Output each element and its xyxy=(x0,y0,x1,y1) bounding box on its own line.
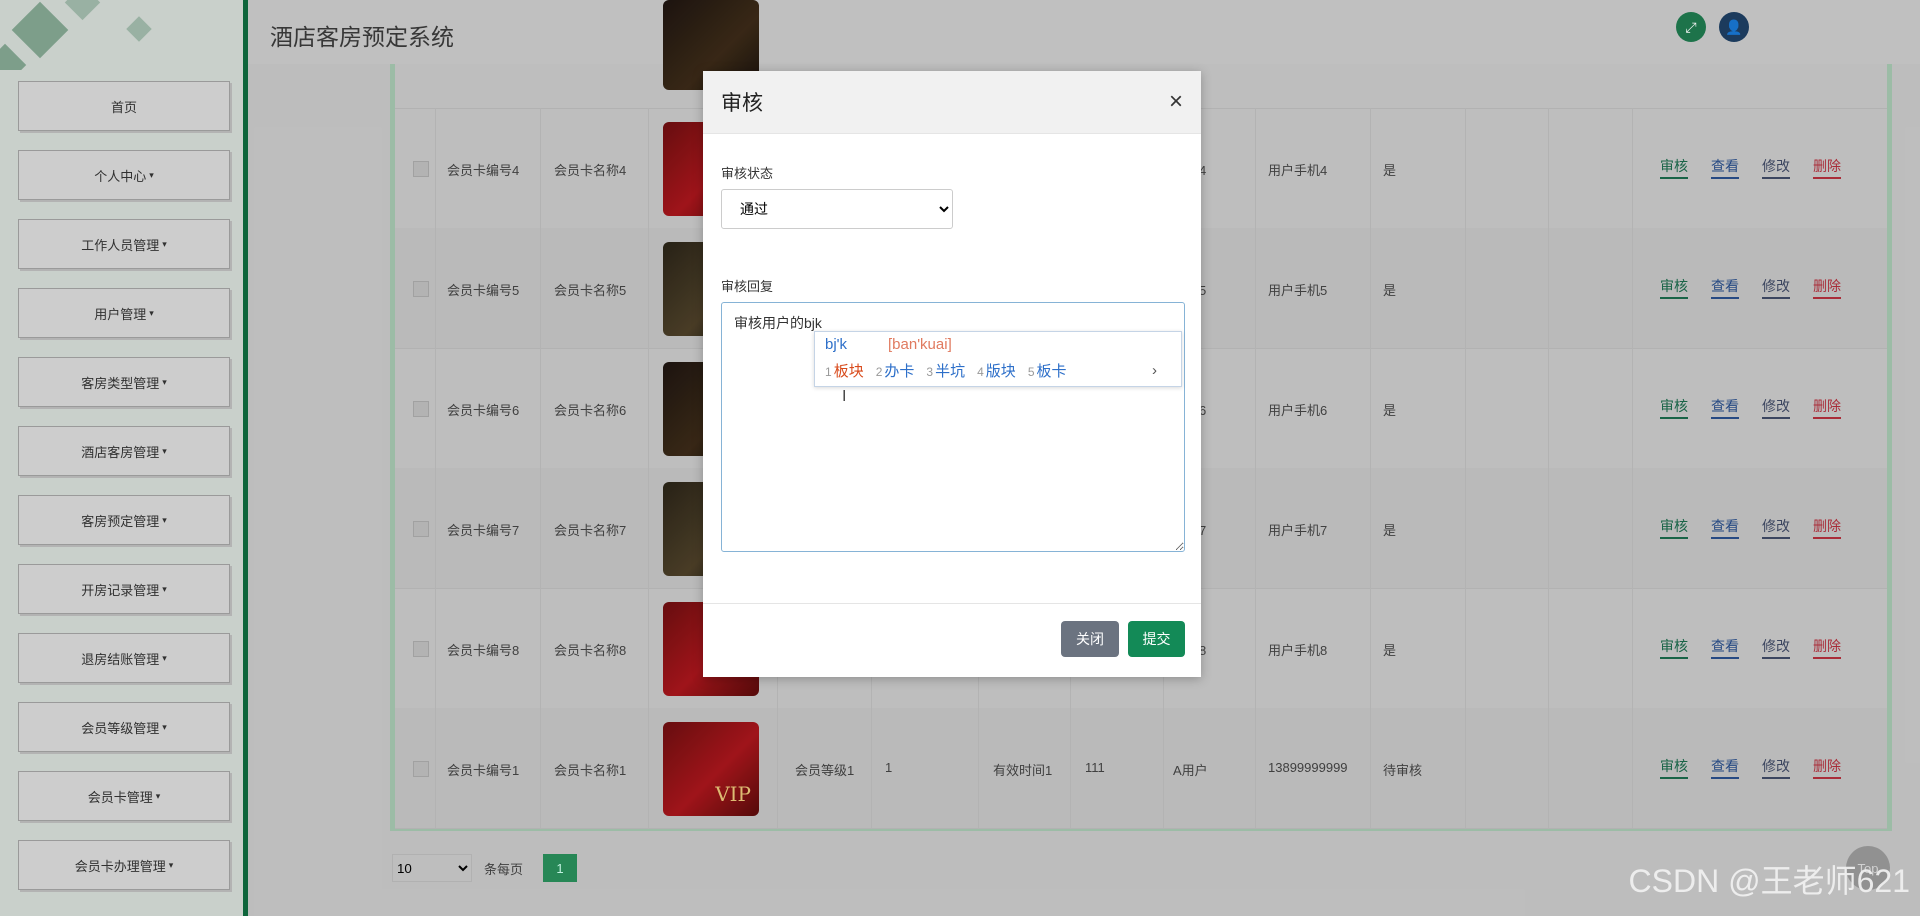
ime-candidate-index: 1 xyxy=(825,365,832,379)
ime-candidate-text: 半坑 xyxy=(935,363,966,380)
status-select[interactable]: 通过 xyxy=(721,189,953,229)
ime-candidate-index: 4 xyxy=(977,365,984,379)
ime-candidate[interactable]: 4 版块 xyxy=(977,363,1016,380)
ime-candidate[interactable]: 2 办卡 xyxy=(876,363,915,380)
status-label: 审核状态 xyxy=(721,166,774,181)
ime-pronunciation: [ban'kuai] xyxy=(888,336,952,353)
ime-candidates: 1 板块 2 办卡 3 半坑 4 版块 5 板卡 xyxy=(825,360,1079,381)
ime-candidate-text: 办卡 xyxy=(884,363,915,380)
modal-header: 审核 × xyxy=(703,71,1201,134)
submit-button[interactable]: 提交 xyxy=(1128,621,1185,657)
reply-label: 审核回复 xyxy=(721,279,774,294)
ime-candidate-index: 5 xyxy=(1027,365,1035,379)
ime-candidate-index: 3 xyxy=(926,365,934,379)
ime-candidate-text: 版块 xyxy=(985,363,1016,380)
modal-title: 审核 xyxy=(721,92,763,115)
chevron-right-icon[interactable]: › xyxy=(1152,362,1157,379)
close-icon[interactable]: × xyxy=(1169,88,1183,116)
close-button[interactable]: 关闭 xyxy=(1061,621,1119,657)
ime-candidate-index: 2 xyxy=(875,365,883,379)
ime-candidate[interactable]: 5 板卡 xyxy=(1028,363,1067,380)
ime-candidate-text: 板卡 xyxy=(1036,363,1067,380)
ime-candidate[interactable]: 1 板块 xyxy=(825,363,864,380)
ime-input: bj'k xyxy=(825,336,848,353)
ime-candidate[interactable]: 3 半坑 xyxy=(926,363,965,380)
text-cursor-icon: I xyxy=(842,388,847,405)
modal-footer: 关闭 提交 xyxy=(703,603,1201,677)
ime-candidate-popup: bj'k [ban'kuai] 1 板块 2 办卡 3 半坑 4 版块 5 板卡 › xyxy=(814,331,1182,387)
ime-candidate-text: 板块 xyxy=(833,363,864,380)
